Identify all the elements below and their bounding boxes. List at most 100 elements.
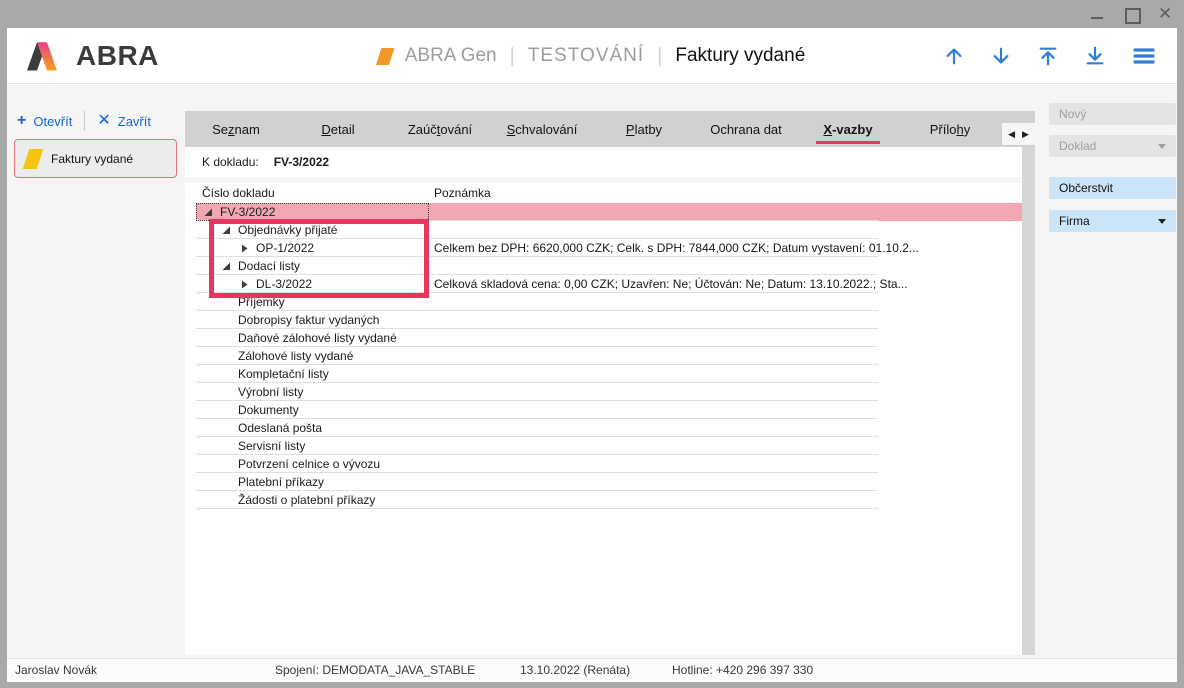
tree-row[interactable]: Objednávky přijaté	[196, 221, 1022, 239]
tab-scroll-left-icon[interactable]: ◀	[1008, 130, 1015, 139]
new-button[interactable]: Nový	[1049, 103, 1176, 125]
tab-label: X-vazby	[823, 122, 872, 137]
tree-cell: FV-3/2022	[196, 205, 275, 219]
tab-schvalovani[interactable]: Schvalování	[491, 111, 593, 147]
tree-row-label: DL-3/2022	[256, 277, 312, 291]
tree-cell: Dobropisy faktur vydaných	[196, 313, 379, 327]
tree-row[interactable]: FV-3/2022	[196, 203, 1022, 221]
window-controls: ✕	[1090, 0, 1172, 28]
tree-row-label: Dobropisy faktur vydaných	[238, 313, 379, 327]
separator: |	[510, 45, 515, 68]
arrow-to-bottom-icon[interactable]	[1084, 44, 1106, 68]
firma-dropdown[interactable]: Firma	[1049, 210, 1176, 232]
close-button[interactable]: ✕ Zavřít	[97, 114, 151, 129]
logo-text: ABRA	[76, 40, 159, 72]
close-button-label: Zavřít	[118, 114, 151, 129]
tree-row-label: OP-1/2022	[256, 241, 314, 255]
tree-collapsed-icon[interactable]	[240, 244, 252, 253]
page-title: Faktury vydané	[675, 45, 805, 67]
tab-zauctovani[interactable]: Zaúčtování	[389, 111, 491, 147]
right-panel: Nový Doklad Občerstvit Firma	[1042, 85, 1177, 658]
tree-cell: Potvrzení celnice o vývozu	[196, 457, 380, 471]
row-separator	[196, 508, 878, 509]
tree-row[interactable]: Potvrzení celnice o vývozu	[196, 455, 1022, 473]
tree-row[interactable]: Odeslaná pošta	[196, 419, 1022, 437]
status-connection: Spojení: DEMODATA_JAVA_STABLE	[275, 663, 475, 677]
tree-row-label: Daňové zálohové listy vydané	[238, 331, 397, 345]
sidebar-item-faktury-vydane[interactable]: Faktury vydané	[14, 139, 177, 178]
tab-detail[interactable]: Detail	[287, 111, 389, 147]
document-bar: K dokladu: FV-3/2022	[185, 147, 1022, 177]
tree-cell: Servisní listy	[196, 439, 305, 453]
abra-logo-icon	[27, 38, 67, 74]
maximize-icon[interactable]	[1124, 7, 1138, 21]
tree-row[interactable]: Daňové zálohové listy vydané	[196, 329, 1022, 347]
header-breadcrumb: ABRA Gen | TESTOVÁNÍ | Faktury vydané	[379, 28, 806, 84]
tree-row[interactable]: Servisní listy	[196, 437, 1022, 455]
record-navigation	[943, 28, 1157, 84]
tree-cell: Výrobní listy	[196, 385, 303, 399]
refresh-button[interactable]: Občerstvit	[1049, 177, 1176, 199]
tree-row-label: Servisní listy	[238, 439, 305, 453]
tab-label: Platby	[626, 122, 662, 137]
tree-cell: Žádosti o platební příkazy	[196, 493, 375, 507]
app-window: ABRA ABRA Gen | TESTOVÁNÍ | Faktury vyda…	[7, 28, 1177, 682]
tree-row[interactable]: OP-1/2022 Celkem bez DPH: 6620,000 CZK; C…	[196, 239, 1022, 257]
tab-bar: ◀ ▶ Seznam Detail ZaúčtováníSchvalování Pla…	[185, 111, 1035, 147]
tab-prilohy[interactable]: Přílohy	[899, 111, 1001, 147]
tree-row[interactable]: DL-3/2022 Celková skladová cena: 0,00 CZK…	[196, 275, 1022, 293]
panel-scroll-rail	[1022, 147, 1035, 655]
tree-row-label: Dodací listy	[238, 259, 300, 273]
tab-label: Přílohy	[930, 122, 970, 137]
firma-dropdown-label: Firma	[1059, 214, 1090, 228]
divider	[84, 111, 85, 131]
tree-cell: Dodací listy	[196, 259, 300, 273]
tree-expanded-icon[interactable]	[222, 262, 234, 271]
tree-expanded-icon[interactable]	[204, 208, 216, 217]
tree-row-label: Platební příkazy	[238, 475, 324, 489]
tree-row[interactable]: Dodací listy	[196, 257, 1022, 275]
tab-label: Detail	[321, 122, 354, 137]
arrow-to-top-icon[interactable]	[1037, 44, 1059, 68]
column-header-cislo-dokladu: Číslo dokladu	[202, 186, 275, 200]
tab-ochrana-dat[interactable]: Ochrana dat	[695, 111, 797, 147]
tab-x-vazby[interactable]: X-vazby	[797, 111, 899, 147]
separator: |	[657, 45, 662, 68]
xref-tree: FV-3/2022 Objednávky přijaté OP-1/2022 Celk…	[185, 203, 1022, 509]
abra-logo: ABRA	[27, 38, 159, 74]
tree-row-note: Celková skladová cena: 0,00 CZK; Uzavřen…	[434, 277, 908, 291]
hamburger-menu-icon[interactable]	[1131, 44, 1157, 68]
tree-row[interactable]: Příjemky	[196, 293, 1022, 311]
arrow-down-icon[interactable]	[990, 44, 1012, 68]
minimize-icon[interactable]	[1090, 7, 1104, 21]
tree-row[interactable]: Výrobní listy	[196, 383, 1022, 401]
tree-cell: Dokumenty	[196, 403, 299, 417]
tab-scroll-right-icon[interactable]: ▶	[1022, 130, 1029, 139]
tree-row[interactable]: Platební příkazy	[196, 473, 1022, 491]
tree-expanded-icon[interactable]	[222, 226, 234, 235]
app-name: ABRA Gen	[405, 45, 497, 67]
tree-collapsed-icon[interactable]	[240, 280, 252, 289]
tab-seznam[interactable]: Seznam	[185, 111, 287, 147]
tree-row-label: Odeslaná pošta	[238, 421, 322, 435]
open-button-label: Otevřít	[33, 114, 72, 129]
tree-row-label: Potvrzení celnice o vývozu	[238, 457, 380, 471]
tab-platby[interactable]: Platby	[593, 111, 695, 147]
column-header-poznamka: Poznámka	[434, 186, 491, 200]
close-icon[interactable]: ✕	[1158, 7, 1172, 21]
doc-bar-value: FV-3/2022	[274, 155, 329, 169]
sidebar-item-label: Faktury vydané	[51, 152, 133, 166]
tree-cell: Zálohové listy vydané	[196, 349, 353, 363]
xref-table: Číslo dokladu Poznámka FV-3/2022 Objednáv…	[185, 183, 1022, 655]
arrow-up-icon[interactable]	[943, 44, 965, 68]
tree-row[interactable]: Zálohové listy vydané	[196, 347, 1022, 365]
doklad-dropdown[interactable]: Doklad	[1049, 135, 1176, 157]
column-headers: Číslo dokladu Poznámka	[185, 183, 1022, 203]
doklad-dropdown-label: Doklad	[1059, 139, 1096, 153]
open-button[interactable]: + Otevřít	[17, 114, 72, 129]
tree-row[interactable]: Žádosti o platební příkazy	[196, 491, 1022, 509]
tree-row-note: Celkem bez DPH: 6620,000 CZK; Celk. s DP…	[434, 241, 919, 255]
tree-row[interactable]: Dokumenty	[196, 401, 1022, 419]
tree-row[interactable]: Kompletační listy	[196, 365, 1022, 383]
tree-row[interactable]: Dobropisy faktur vydaných	[196, 311, 1022, 329]
